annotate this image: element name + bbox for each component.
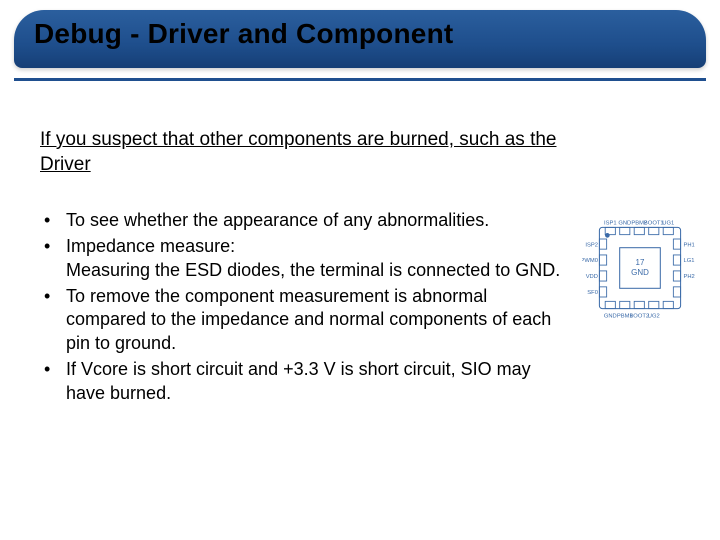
list-item: If Vcore is short circuit and +3.3 V is … (40, 358, 570, 406)
pin-label: PWM0 (582, 258, 598, 264)
title-separator (14, 78, 706, 81)
pin-label: GND (618, 221, 631, 227)
list-item: Impedance measure: Measuring the ESD dio… (40, 235, 570, 283)
bullet-list: To see whether the appearance of any abn… (40, 209, 570, 405)
chip-diagram: 17 GND ISP1 GND PBM2 BOOT1 UG1 (582, 210, 698, 326)
pin1-dot-icon (605, 233, 610, 238)
list-item-subtext: Measuring the ESD diodes, the terminal i… (66, 259, 570, 283)
pin-label: LG1 (684, 258, 695, 264)
list-item-text: To see whether the appearance of any abn… (66, 210, 489, 230)
pin-label: GND (604, 313, 617, 319)
pin-label: PH1 (684, 242, 695, 248)
list-item: To remove the component measurement is a… (40, 285, 570, 356)
pin-label: UG1 (662, 221, 674, 227)
chip-svg: 17 GND ISP1 GND PBM2 BOOT1 UG1 (582, 210, 698, 326)
chip-center-bottom: GND (631, 268, 649, 277)
content-area: If you suspect that other components are… (40, 128, 570, 407)
list-item-text: To remove the component measurement is a… (66, 286, 551, 354)
pin-label: ISP2 (585, 242, 598, 248)
list-item: To see whether the appearance of any abn… (40, 209, 570, 233)
subheading: If you suspect that other components are… (40, 128, 570, 177)
slide: Debug - Driver and Component If you susp… (0, 0, 720, 540)
pin-label: BOOT1 (644, 221, 664, 227)
pin-label: SF0 (587, 290, 598, 296)
pin-label: PH2 (684, 274, 695, 280)
slide-title: Debug - Driver and Component (34, 18, 453, 50)
list-item-text: Impedance measure: (66, 236, 235, 256)
pin-label: VDD (586, 274, 598, 280)
title-band: Debug - Driver and Component (14, 10, 706, 68)
list-item-text: If Vcore is short circuit and +3.3 V is … (66, 359, 531, 403)
pin-label: ISP1 (604, 221, 617, 227)
pin-label: UG2 (648, 313, 660, 319)
pin-label: BOOT2 (629, 313, 649, 319)
chip-center-top: 17 (636, 258, 645, 267)
